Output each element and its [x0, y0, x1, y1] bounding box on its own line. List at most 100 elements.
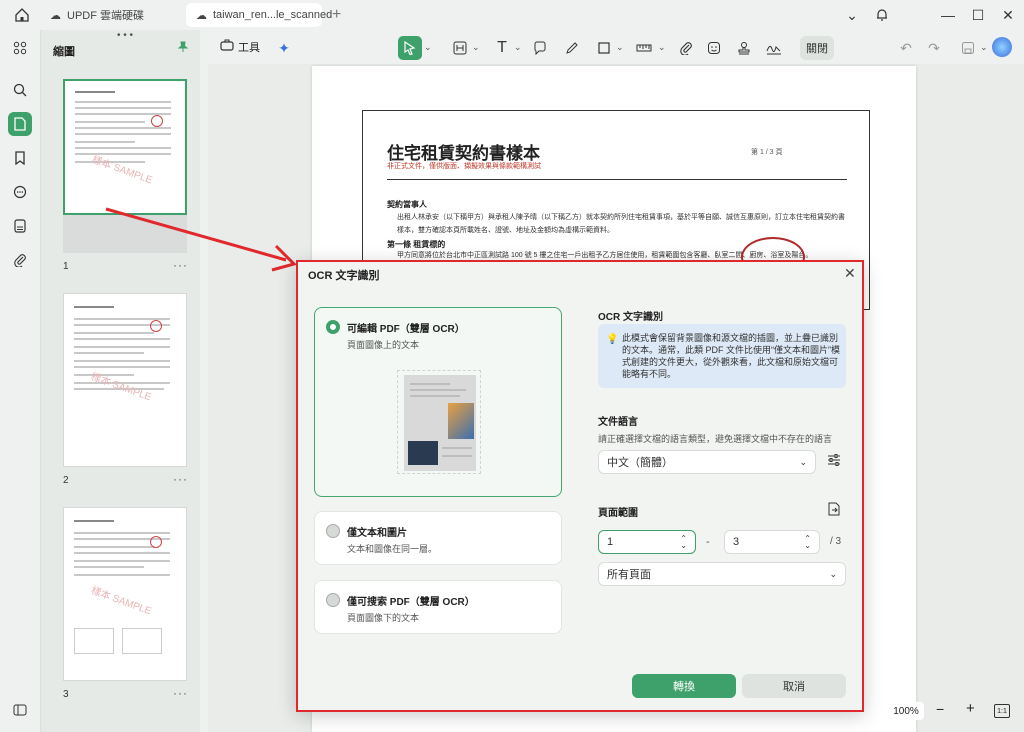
tab-cloud-drive[interactable]: ☁ UPDF 雲端硬碟 [40, 3, 176, 27]
close-window-button[interactable]: ✕ [994, 4, 1022, 26]
preview-image [408, 441, 438, 465]
pen-icon[interactable] [560, 36, 584, 60]
language-hint: 請正確選擇文檔的語言類型，避免選擇文檔中不存在的語言 [598, 434, 833, 444]
zoom-in-button[interactable]: + [966, 700, 975, 717]
radio-searchable-pdf[interactable] [326, 593, 340, 607]
language-select[interactable]: 中文（簡體） ⌄ [598, 450, 816, 474]
document-icon: ☁ [196, 9, 207, 22]
option-desc: 頁面圖像上的文本 [347, 340, 420, 350]
rectangle-icon[interactable] [592, 36, 616, 60]
zoom-out-button[interactable]: − [936, 701, 944, 717]
tab-document[interactable]: ☁ taiwan_ren...le_scanned [186, 3, 332, 27]
seal-mark [150, 320, 162, 332]
page-thumbnails-icon[interactable] [8, 112, 32, 136]
close-icon[interactable]: ✕ [844, 265, 856, 282]
chevron-down-icon[interactable]: ⌄ [616, 42, 624, 53]
annotation-arrow [105, 207, 297, 272]
chevron-down-icon[interactable]: ⌄ [658, 42, 666, 53]
range-from-input[interactable]: 1 ⌃ ⌄ [598, 530, 696, 554]
chevron-down-icon: ⌄ [799, 456, 807, 467]
option-title: 僅可搜索 PDF（雙層 OCR） [347, 597, 475, 608]
cancel-button[interactable]: 取消 [742, 674, 846, 698]
ocr-option-editable-pdf[interactable]: 可編輯 PDF（雙層 OCR） 頁面圖像上的文本 [314, 307, 562, 497]
tab-label: UPDF 雲端硬碟 [67, 10, 144, 22]
option-desc: 頁面圖像下的文本 [347, 613, 420, 623]
bookmark-icon[interactable] [8, 146, 32, 170]
page-thumbnail-1[interactable]: 樣本 SAMPLE [63, 79, 187, 215]
signature-box [122, 628, 162, 654]
option-desc: 文本和圖像在同一層。 [347, 544, 438, 554]
ocr-option-text-and-images[interactable]: 僅文本和圖片 文本和圖像在同一層。 [314, 511, 562, 565]
page-indicator: 第 1 / 3 頁 [751, 149, 783, 156]
chevron-down-icon[interactable]: ⌄ [980, 42, 988, 53]
text-tool-icon[interactable]: T [490, 36, 514, 60]
ai-sparkle-icon[interactable]: ✦ [272, 36, 296, 60]
redo-icon[interactable]: ↷ [922, 36, 946, 60]
fit-page-button[interactable]: 1:1 [994, 704, 1010, 718]
add-tab-button[interactable]: + [332, 6, 341, 24]
language-value: 中文（簡體） [607, 457, 673, 469]
attachment-icon[interactable] [674, 36, 698, 60]
chevron-down-icon[interactable]: ⌄ [514, 42, 522, 53]
chevron-down-icon[interactable]: ⌄ [424, 42, 432, 53]
home-icon[interactable] [14, 7, 30, 23]
page-thumbnail-3[interactable]: 樣本 SAMPLE [63, 507, 187, 681]
page-more-button[interactable]: ··· [173, 472, 188, 486]
undo-icon[interactable]: ↶ [894, 36, 918, 60]
range-dash: - [706, 536, 710, 548]
minimize-button[interactable]: — [934, 4, 962, 26]
bell-icon[interactable] [868, 4, 896, 26]
page-number: 2 [63, 475, 69, 486]
option-title: 僅文本和圖片 [347, 528, 407, 539]
preview-frame [397, 370, 481, 474]
option-title: 可編輯 PDF（雙層 OCR） [347, 324, 465, 335]
range-to-value: 3 [733, 536, 740, 548]
page-thumbnail-2[interactable]: 樣本 SAMPLE [63, 293, 187, 467]
tab-list-button[interactable]: ⌄ [838, 4, 866, 26]
tools-button[interactable]: 工具 [220, 38, 260, 55]
document-subtitle: 非正式文件，僅供版面、擷擬效果與條款範構測試 [387, 163, 541, 170]
pin-icon[interactable] [177, 41, 189, 56]
sidebar-toggle-icon[interactable] [8, 698, 32, 722]
chevron-down-icon[interactable]: ⌄ [472, 42, 480, 53]
ai-assistant-icon[interactable] [992, 37, 1012, 57]
attachment-icon[interactable] [8, 248, 32, 272]
select-tool-icon[interactable] [398, 36, 422, 60]
radio-editable-pdf[interactable] [326, 320, 340, 334]
stepper-icon[interactable]: ⌃ ⌄ [804, 535, 811, 550]
grid-icon[interactable] [8, 36, 32, 60]
dialog-title: OCR 文字識別 [308, 270, 380, 282]
ocr-dialog: OCR 文字識別 ✕ 可編輯 PDF（雙層 OCR） 頁面圖像上的文本 僅文本和… [296, 260, 864, 712]
save-icon[interactable] [956, 36, 980, 60]
range-mode-select[interactable]: 所有頁面 ⌄ [598, 562, 846, 586]
title-bar: ☁ UPDF 雲端硬碟 ☁ taiwan_ren...le_scanned + … [0, 0, 1024, 30]
info-box: 💡 此模式會保留背景圖像和源文檔的插圖，並上疊已識別的文本。通常，此類 PDF … [598, 324, 846, 388]
maximize-button[interactable]: ☐ [964, 4, 992, 26]
stamp-icon[interactable] [732, 36, 756, 60]
search-icon[interactable] [8, 78, 32, 102]
thumbnail-panel: 縮圖 • • • 樣本 SAMPLE 1 ··· 樣本 SAMPLE 2 ···… [40, 30, 200, 732]
page-more-button[interactable]: ··· [173, 686, 188, 700]
lightbulb-icon: 💡 [606, 334, 619, 345]
panel-drag-handle[interactable]: • • • [117, 30, 133, 41]
ocr-option-searchable-pdf[interactable]: 僅可搜索 PDF（雙層 OCR） 頁面圖像下的文本 [314, 580, 562, 634]
watermark-text: 樣本 SAMPLE [90, 154, 154, 187]
close-edit-button[interactable]: 關閉 [800, 36, 834, 60]
main-toolbar: 工具 ✦ ⌄ ⌄ T ⌄ ⌄ ⌄ 關閉 ↶ ↷ ⌄ [208, 32, 1024, 64]
range-to-input[interactable]: 3 ⌃ ⌄ [724, 530, 820, 554]
stamp-list-icon[interactable] [8, 214, 32, 238]
stepper-icon[interactable]: ⌃ ⌄ [680, 535, 687, 550]
comment-bubble-icon[interactable] [528, 36, 552, 60]
page-range-icon[interactable] [826, 502, 842, 521]
zoom-level[interactable]: 100% [888, 702, 924, 720]
sticker-icon[interactable] [702, 36, 726, 60]
toolbox-icon [220, 38, 234, 55]
comment-icon[interactable] [8, 180, 32, 204]
text-box-icon[interactable] [448, 36, 472, 60]
measure-icon[interactable] [632, 36, 656, 60]
range-label: 頁面範圍 [598, 508, 638, 519]
settings-sliders-icon[interactable] [826, 452, 842, 471]
radio-text-and-images[interactable] [326, 524, 340, 538]
convert-button[interactable]: 轉換 [632, 674, 736, 698]
signature-icon[interactable] [762, 36, 786, 60]
